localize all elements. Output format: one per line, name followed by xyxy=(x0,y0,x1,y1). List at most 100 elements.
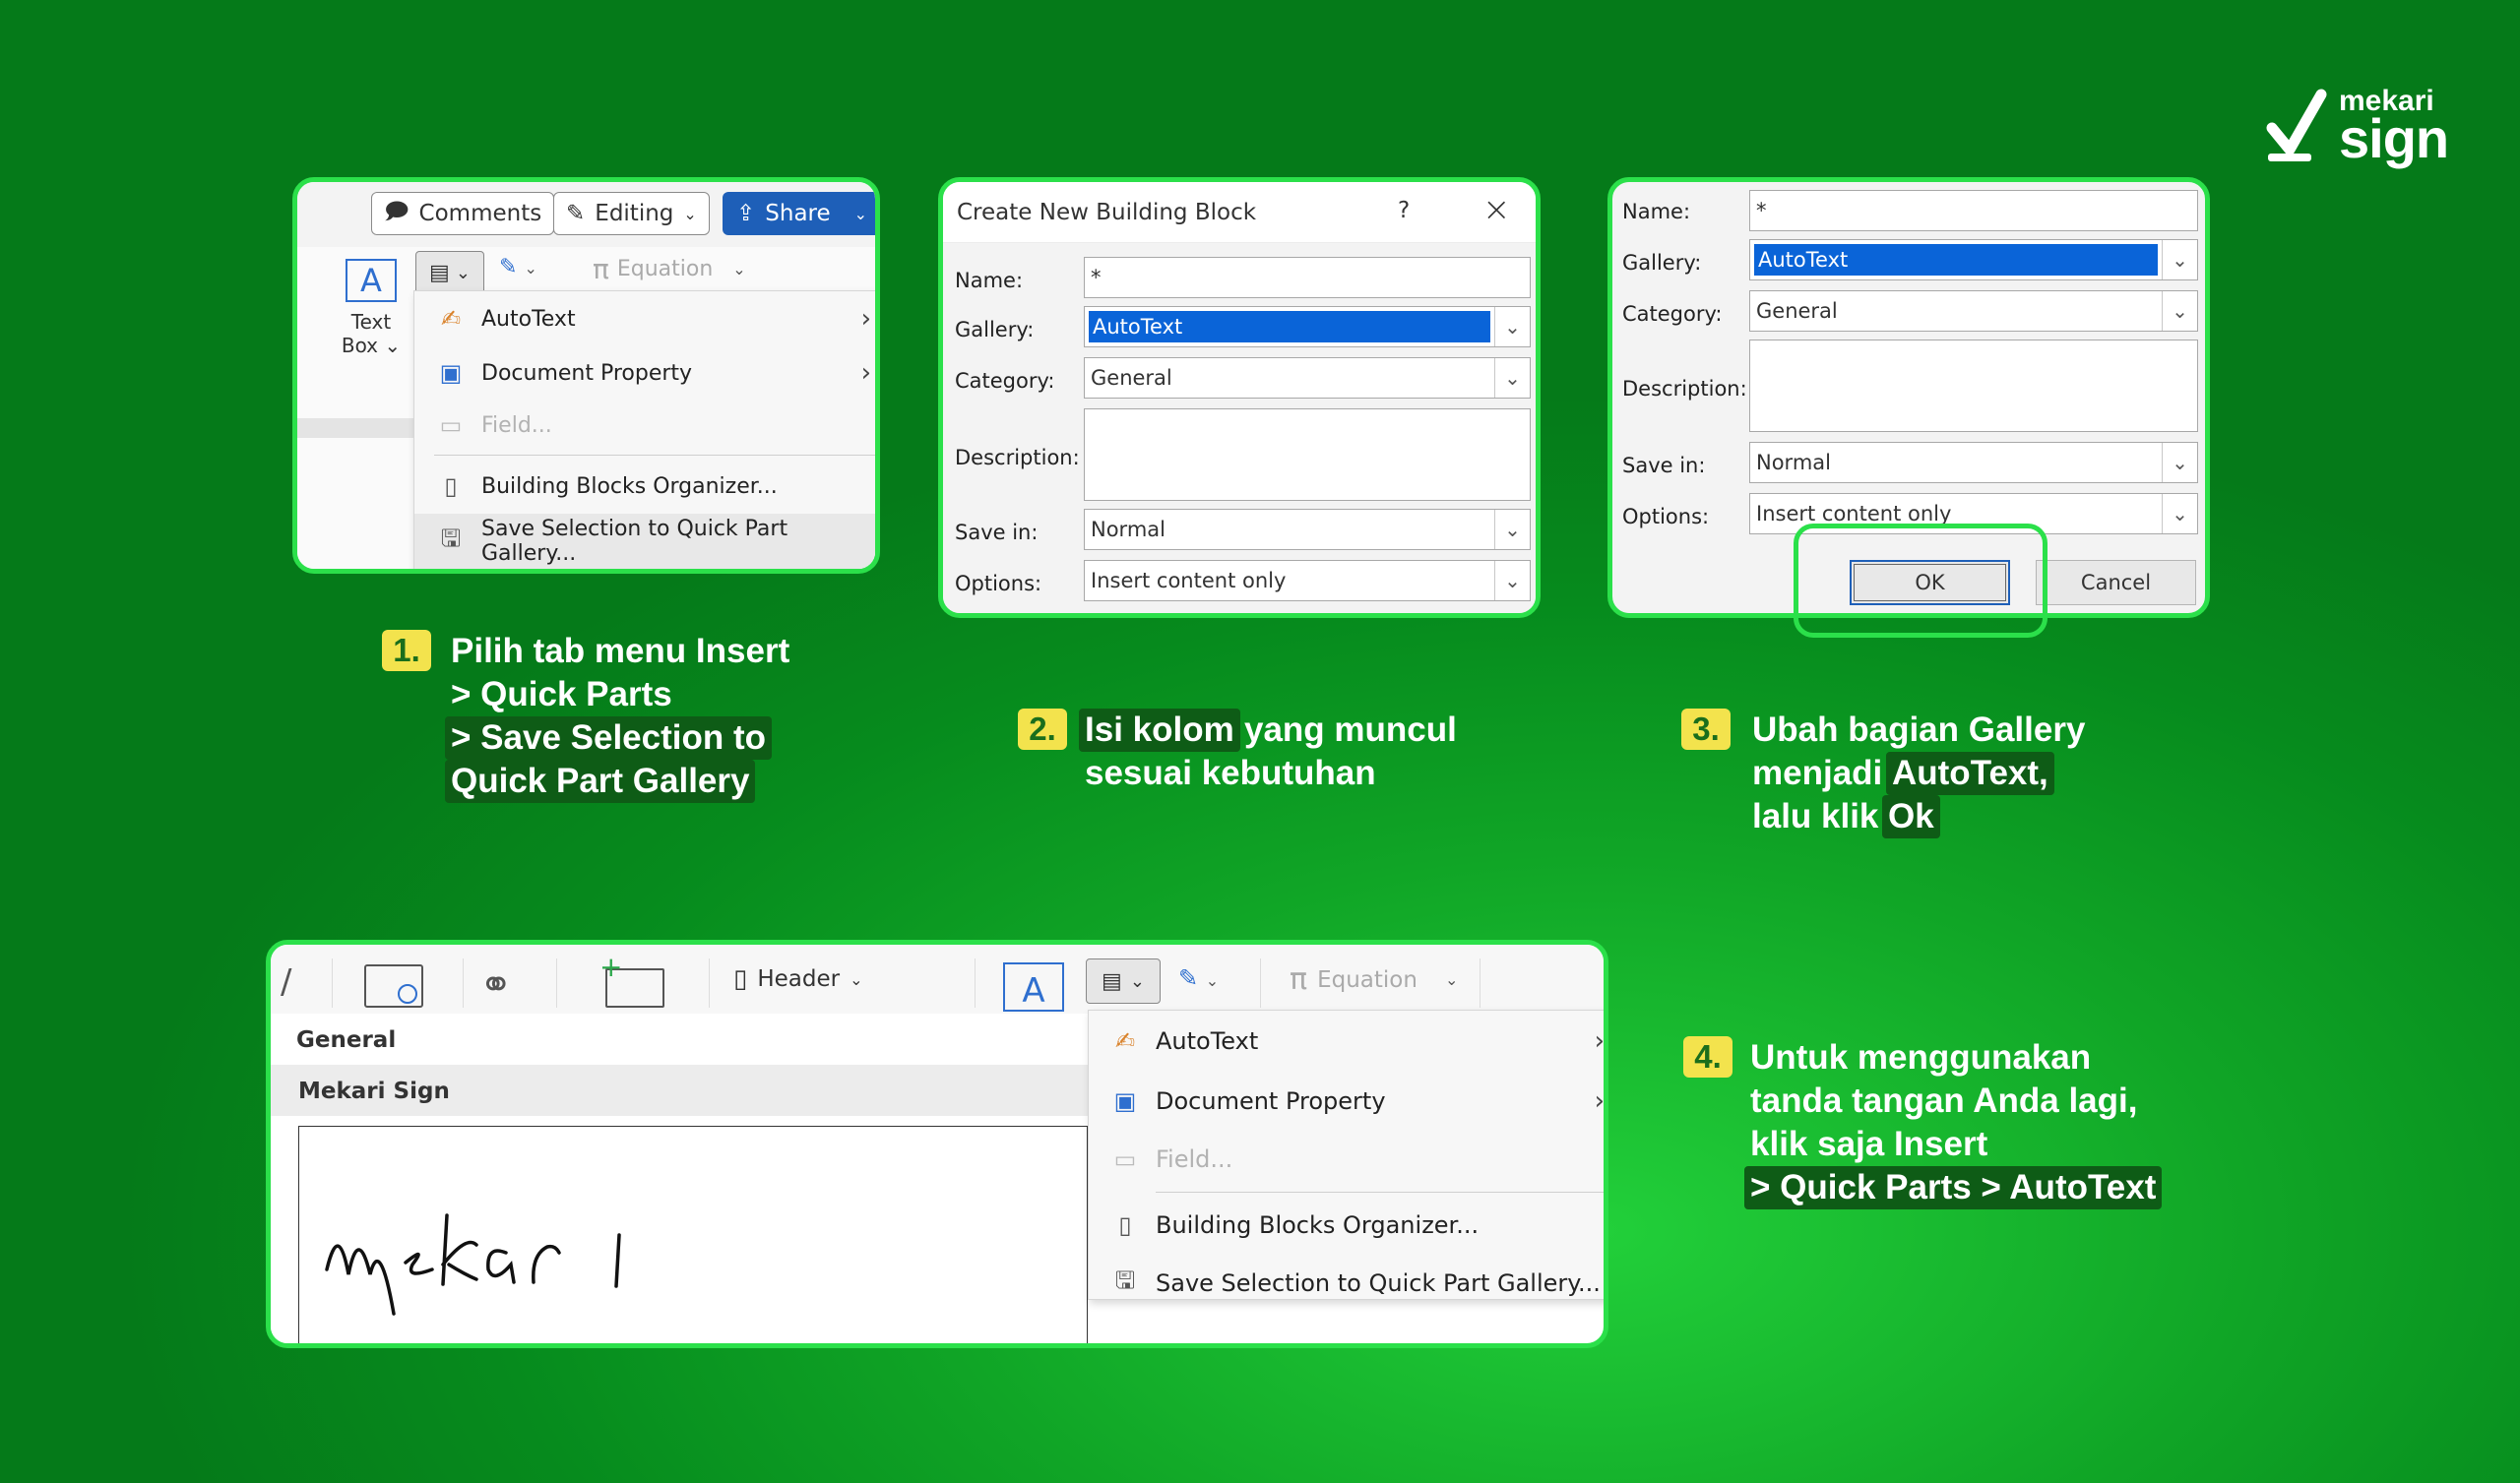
ribbon-divider xyxy=(1260,958,1261,1008)
menu-item-autotext[interactable]: ✍ AutoText › xyxy=(1089,1011,1604,1072)
textbox-label-line2-wrap: Box ⌄ xyxy=(341,334,402,357)
menu-item-label: Building Blocks Organizer... xyxy=(481,473,778,499)
menu-item-building-blocks-organizer[interactable]: ▯ Building Blocks Organizer... xyxy=(1089,1196,1604,1255)
step-2-line: Isi kolom xyxy=(1079,709,1240,752)
cancel-label: Cancel xyxy=(2080,571,2152,594)
equation-button[interactable]: π Equation ⌄ xyxy=(1290,962,1458,997)
signature-line-button[interactable]: ✎ ⌄ xyxy=(1178,964,1219,992)
gallery-select[interactable]: AutoText ⌄ xyxy=(1749,239,2198,280)
ribbon-fragment: / xyxy=(281,962,292,1002)
menu-item-label: Document Property xyxy=(1156,1087,1386,1115)
close-icon[interactable]: × xyxy=(1482,190,1511,229)
menu-divider xyxy=(434,455,875,456)
category-value: General xyxy=(1756,299,1838,323)
textbox-button[interactable]: A Text Box ⌄ xyxy=(337,259,406,387)
step-3-text: Ubah bagian Gallery menjadi AutoText, la… xyxy=(1746,709,2160,841)
chevron-down-icon: ⌄ xyxy=(1494,561,1530,600)
autotext-icon: ✍ xyxy=(1114,1027,1136,1055)
save-in-select[interactable]: Normal ⌄ xyxy=(1749,442,2198,483)
mekari-sign-logo: mekari sign xyxy=(2264,85,2481,173)
editing-button[interactable]: ✎ Editing ⌄ xyxy=(553,192,710,235)
menu-item-save-selection[interactable]: 🖫 Save Selection to Quick Part Gallery... xyxy=(1089,1255,1604,1312)
checkmark-logo-icon xyxy=(2266,89,2327,161)
chevron-down-icon: ⌄ xyxy=(2162,291,2197,331)
logo-text-sign: sign xyxy=(2339,107,2449,169)
panel-create-building-block-dialog: Create New Building Block ? × Name: * Ga… xyxy=(938,177,1541,618)
step-2-text: Isi kolom yang muncul sesuai kebutuhan xyxy=(1079,709,1492,797)
description-field[interactable] xyxy=(1749,340,2198,432)
category-select[interactable]: General ⌄ xyxy=(1749,290,2198,332)
name-field[interactable]: * xyxy=(1749,190,2198,231)
step-number-3: 3. xyxy=(1681,709,1731,750)
save-in-label: Save in: xyxy=(955,521,1039,544)
description-field[interactable] xyxy=(1084,408,1531,501)
editing-label: Editing xyxy=(595,201,674,226)
pi-icon: π xyxy=(1290,962,1308,997)
gallery-value: AutoText xyxy=(1089,311,1490,342)
chevron-down-icon: ⌄ xyxy=(732,260,746,278)
header-button[interactable]: ▯ Header ⌄ xyxy=(733,964,862,994)
text-box-icon[interactable]: A xyxy=(1003,962,1064,1012)
menu-item-document-property[interactable]: ▣ Document Property › xyxy=(414,346,875,400)
cancel-button[interactable]: Cancel xyxy=(2036,560,2196,605)
menu-item-save-selection[interactable]: 🖫 Save Selection to Quick Part Gallery... xyxy=(414,514,875,569)
menu-item-label: Building Blocks Organizer... xyxy=(1156,1211,1480,1239)
menu-item-building-blocks-organizer[interactable]: ▯ Building Blocks Organizer... xyxy=(414,459,875,514)
help-button[interactable]: ? xyxy=(1398,198,1410,223)
equation-button[interactable]: π Equation ⌄ xyxy=(593,253,746,285)
quick-parts-menu: ✍ AutoText › ▣ Document Property › ▭ Field...… xyxy=(1088,1010,1605,1300)
description-label: Description: xyxy=(955,446,1080,469)
quick-parts-button[interactable]: ▤ ⌄ xyxy=(1086,958,1161,1004)
menu-item-field[interactable]: ▭ Field... xyxy=(414,400,875,451)
autotext-gallery: General Mekari Sign xyxy=(271,1014,1088,1343)
category-label: Category: xyxy=(955,369,1055,393)
chevron-down-icon: ⌄ xyxy=(683,204,697,223)
signature-line-button[interactable]: ✎ ⌄ xyxy=(499,255,537,279)
textbox-label-line1: Text xyxy=(350,310,392,334)
name-field[interactable]: * xyxy=(1084,257,1531,298)
step-number-4: 4. xyxy=(1683,1036,1732,1078)
building-blocks-icon: ▯ xyxy=(1118,1211,1132,1239)
step-2-line: yang muncul xyxy=(1244,711,1457,749)
menu-item-field[interactable]: ▭ Field... xyxy=(1089,1131,1604,1188)
gallery-entry-title[interactable]: Mekari Sign xyxy=(271,1065,1088,1116)
chevron-down-icon: ⌄ xyxy=(455,262,471,283)
link-icon[interactable]: ⚭ xyxy=(479,962,513,1008)
step-3-line: menjadi xyxy=(1752,754,1883,792)
step-1-line: > Quick Parts xyxy=(451,675,672,713)
screenshot-icon[interactable] xyxy=(364,964,423,1008)
share-label: Share xyxy=(765,201,831,226)
step-2-line: sesuai kebutuhan xyxy=(1085,754,1376,792)
name-label: Name: xyxy=(955,269,1024,292)
save-in-value: Normal xyxy=(1091,518,1166,541)
handwritten-signature-image xyxy=(325,1213,621,1316)
gallery-label: Gallery: xyxy=(955,318,1035,341)
menu-item-label: AutoText xyxy=(1156,1027,1259,1055)
step-3-line: Ubah bagian Gallery xyxy=(1752,711,2086,749)
panel-insert-autotext: / ⚭ + ▯ Header ⌄ A ▤ ⌄ ✎ ⌄ π Equation ⌄ Gener… xyxy=(266,940,1608,1348)
menu-divider xyxy=(1156,1192,1604,1193)
options-value: Insert content only xyxy=(1756,502,1952,525)
comments-button[interactable]: 🗩 Comments xyxy=(371,192,555,235)
share-button[interactable]: ⇪ Share ⌄ xyxy=(723,192,875,235)
menu-item-document-property[interactable]: ▣ Document Property › xyxy=(1089,1072,1605,1131)
text-box-icon: A xyxy=(346,259,397,302)
signature-preview[interactable] xyxy=(298,1126,1088,1343)
pencil-icon: ✎ xyxy=(566,201,586,226)
comment-insert-icon[interactable]: + xyxy=(599,951,664,1008)
options-select[interactable]: Insert content only ⌄ xyxy=(1084,560,1531,601)
header-icon: ▯ xyxy=(733,964,748,994)
category-select[interactable]: General ⌄ xyxy=(1084,357,1531,399)
menu-item-label: Save Selection to Quick Part Gallery... xyxy=(481,517,788,566)
chevron-right-icon: › xyxy=(1594,1086,1605,1116)
menu-item-label: Field... xyxy=(481,412,552,438)
gallery-select[interactable]: AutoText ⌄ xyxy=(1084,306,1531,347)
quick-parts-button[interactable]: ▤ ⌄ xyxy=(415,251,484,294)
ribbon-divider xyxy=(975,958,976,1008)
menu-item-autotext[interactable]: ✍ AutoText › xyxy=(414,291,875,346)
step-number-1: 1. xyxy=(382,630,431,671)
pi-icon: π xyxy=(593,253,609,285)
step-4-line: Untuk menggunakan xyxy=(1750,1038,2092,1077)
chevron-right-icon: › xyxy=(860,358,871,388)
save-in-select[interactable]: Normal ⌄ xyxy=(1084,509,1531,550)
